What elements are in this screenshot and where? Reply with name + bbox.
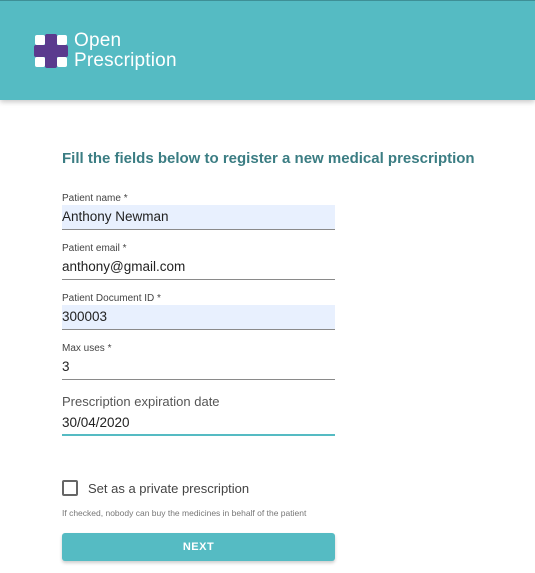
page: Open Prescription Fill the fields below … bbox=[0, 0, 535, 573]
max-uses-field: Max uses * 3 bbox=[62, 342, 335, 380]
patient-document-id-input[interactable]: 300003 bbox=[62, 305, 335, 330]
private-prescription-checkbox[interactable] bbox=[62, 480, 78, 496]
private-prescription-hint: If checked, nobody can buy the medicines… bbox=[62, 508, 307, 518]
max-uses-label: Max uses * bbox=[62, 343, 112, 354]
expiration-date-label: Prescription expiration date bbox=[62, 394, 220, 409]
private-prescription-option[interactable]: Set as a private prescription bbox=[62, 480, 249, 496]
patient-email-input[interactable]: anthony@gmail.com bbox=[62, 255, 335, 280]
app-header: Open Prescription bbox=[0, 0, 535, 100]
patient-email-field: Patient email * anthony@gmail.com bbox=[62, 242, 335, 280]
logo-line-2: Prescription bbox=[74, 50, 177, 71]
logo-line-1: Open bbox=[74, 30, 122, 51]
private-prescription-label[interactable]: Set as a private prescription bbox=[88, 481, 249, 496]
logo[interactable]: Open Prescription bbox=[34, 31, 177, 71]
medical-cross-icon bbox=[34, 34, 68, 68]
form-title: Fill the fields below to register a new … bbox=[62, 150, 475, 167]
expiration-date-input[interactable]: 30/04/2020 bbox=[62, 411, 335, 436]
expiration-date-field: Prescription expiration date 30/04/2020 bbox=[62, 393, 335, 436]
patient-name-label: Patient name * bbox=[62, 193, 128, 204]
patient-document-id-label: Patient Document ID * bbox=[62, 293, 161, 304]
logo-text: Open Prescription bbox=[74, 31, 177, 71]
patient-name-field: Patient name * Anthony Newman bbox=[62, 192, 335, 230]
patient-email-label: Patient email * bbox=[62, 243, 127, 254]
next-button[interactable]: NEXT bbox=[62, 533, 335, 561]
max-uses-input[interactable]: 3 bbox=[62, 355, 335, 380]
patient-name-input[interactable]: Anthony Newman bbox=[62, 205, 335, 230]
patient-document-id-field: Patient Document ID * 300003 bbox=[62, 292, 335, 330]
